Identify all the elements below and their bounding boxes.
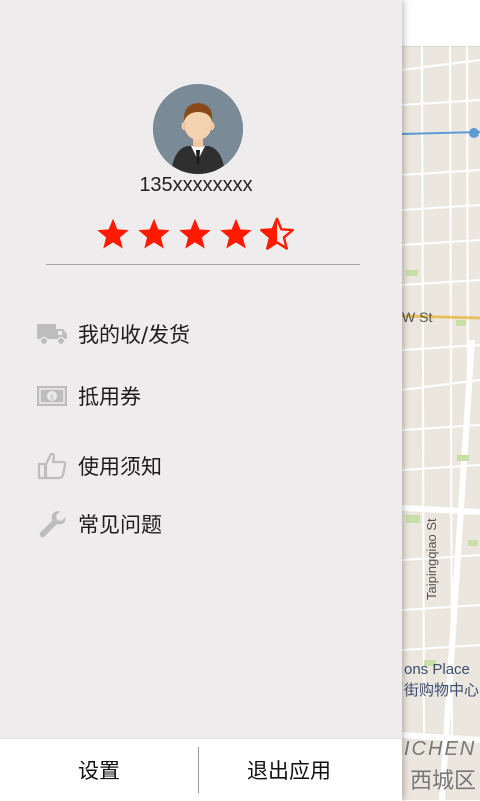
map-area-label-cn: 西城区 [410, 768, 477, 793]
menu-item-usage-notes[interactable]: 使用须知 [36, 446, 162, 486]
map-view[interactable]: W St Taipingqiao St ons Place 街购物中心 ICHE… [402, 0, 480, 800]
profile-divider [46, 264, 360, 265]
drawer-bottom-bar: 设置 退出应用 [0, 738, 402, 801]
avatar[interactable] [153, 84, 243, 174]
menu-item-shipments[interactable]: 我的收/发货 [36, 314, 190, 354]
star-full-icon [138, 218, 170, 249]
user-phone: 135xxxxxxxx [139, 174, 253, 196]
map-street-label: W St [402, 309, 433, 325]
menu-item-faq[interactable]: 常见问题 [36, 504, 162, 544]
settings-button[interactable]: 设置 [0, 739, 198, 801]
user-avatar-icon [153, 84, 243, 174]
menu-item-label: 抵用券 [78, 385, 141, 409]
star-full-icon [97, 218, 129, 249]
star-full-icon [179, 218, 211, 249]
map-place-label: ons Place [404, 661, 470, 678]
map-place-label-cn: 街购物中心 [404, 682, 480, 699]
menu-item-label: 常见问题 [78, 513, 162, 537]
truck-icon [36, 318, 68, 350]
thumbs-up-icon [36, 450, 68, 482]
menu-item-coupons[interactable]: $ 抵用券 [36, 376, 141, 416]
map-area-label: ICHEN [404, 738, 477, 760]
star-half-icon [260, 217, 294, 250]
side-drawer: 135xxxxxxxx 我的收/发货 $ 抵用券 使用须知 常见问题 [0, 0, 402, 800]
rating-stars [95, 216, 295, 252]
star-full-icon [220, 218, 252, 249]
menu-item-label: 使用须知 [78, 455, 162, 479]
svg-text:$: $ [49, 393, 54, 402]
wrench-icon [36, 508, 68, 540]
banknote-icon: $ [36, 380, 68, 412]
logout-button[interactable]: 退出应用 [199, 739, 379, 801]
menu-item-label: 我的收/发货 [78, 323, 191, 347]
map-road-label: Taipingqiao St [424, 518, 439, 600]
